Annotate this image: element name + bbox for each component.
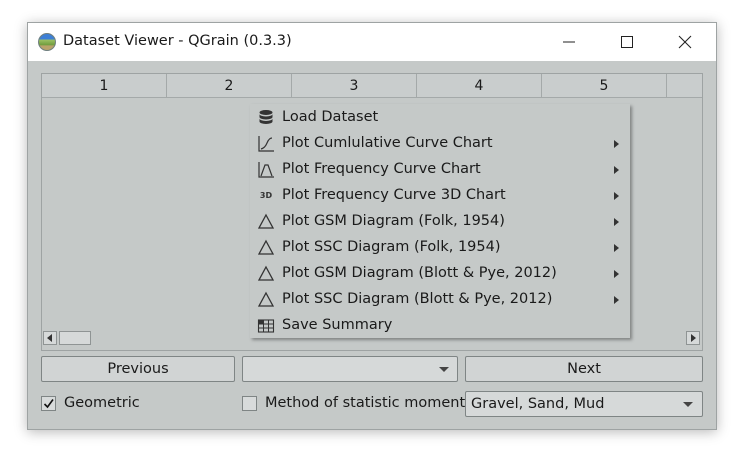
next-button[interactable]: Next [465, 356, 703, 382]
arrow-right-icon [691, 334, 696, 342]
classification-select-value: Gravel, Sand, Mud [471, 396, 605, 412]
window-title: Dataset Viewer - QGrain (0.3.3) [63, 33, 292, 49]
classification-select[interactable]: Gravel, Sand, Mud [465, 391, 703, 417]
scrollbar-thumb[interactable] [59, 331, 91, 345]
menu-item-label: Plot GSM Diagram (Blott & Pye, 2012) [282, 265, 557, 281]
menu-item-plot-frequency[interactable]: Plot Frequency Curve Chart [250, 157, 630, 183]
triangle-icon [257, 239, 275, 255]
menu-item-plot-gsm-blott[interactable]: Plot GSM Diagram (Blott & Pye, 2012) [250, 261, 630, 287]
menu-item-label: Plot SSC Diagram (Folk, 1954) [282, 239, 501, 255]
previous-button[interactable]: Previous [41, 356, 235, 382]
close-icon [678, 35, 692, 49]
triangle-icon [257, 213, 275, 229]
menu-item-plot-frequency-3d[interactable]: 3D Plot Frequency Curve 3D Chart [250, 183, 630, 209]
menu-item-label: Plot Frequency Curve Chart [282, 161, 481, 177]
submenu-arrow-icon [614, 140, 619, 148]
chevron-down-icon [439, 367, 449, 372]
submenu-arrow-icon [614, 296, 619, 304]
qgrain-app-icon [38, 33, 56, 51]
submenu-arrow-icon [614, 166, 619, 174]
frequency-chart-icon [258, 162, 274, 178]
triangle-icon [257, 265, 275, 281]
column-header-4[interactable]: 4 [417, 74, 542, 97]
cumulative-chart-icon [258, 136, 274, 152]
title-bar[interactable]: Dataset Viewer - QGrain (0.3.3) [28, 23, 716, 61]
statistic-moments-checkbox[interactable] [242, 396, 257, 411]
menu-item-label: Load Dataset [282, 109, 379, 125]
minimize-icon [563, 41, 575, 43]
scroll-right-button[interactable] [686, 331, 700, 345]
table-header-row: 1 2 3 4 5 [42, 74, 702, 98]
minimize-button[interactable] [546, 23, 592, 61]
maximize-button[interactable] [604, 23, 650, 61]
geometric-checkbox[interactable] [41, 396, 56, 411]
menu-item-label: Plot SSC Diagram (Blott & Pye, 2012) [282, 291, 553, 307]
column-header-1[interactable]: 1 [42, 74, 167, 97]
column-header-3[interactable]: 3 [292, 74, 417, 97]
menu-item-label: Plot Cumlulative Curve Chart [282, 135, 493, 151]
menu-item-plot-gsm-folk[interactable]: Plot GSM Diagram (Folk, 1954) [250, 209, 630, 235]
submenu-arrow-icon [614, 244, 619, 252]
sample-select[interactable] [242, 356, 458, 382]
menu-item-plot-ssc-blott[interactable]: Plot SSC Diagram (Blott & Pye, 2012) [250, 287, 630, 313]
context-menu: Load Dataset Plot Cumlulative Curve Char… [250, 104, 630, 338]
menu-item-save-summary[interactable]: Save Summary [250, 313, 630, 339]
scroll-left-button[interactable] [43, 331, 57, 345]
menu-item-label: Plot GSM Diagram (Folk, 1954) [282, 213, 505, 229]
menu-item-label: Plot Frequency Curve 3D Chart [282, 187, 506, 203]
close-button[interactable] [662, 23, 708, 61]
spreadsheet-icon [257, 319, 275, 333]
menu-item-plot-ssc-folk[interactable]: Plot SSC Diagram (Folk, 1954) [250, 235, 630, 261]
triangle-icon [257, 291, 275, 307]
submenu-arrow-icon [614, 270, 619, 278]
menu-item-plot-cumulative[interactable]: Plot Cumlulative Curve Chart [250, 131, 630, 157]
statistic-moments-label[interactable]: Method of statistic moments [265, 395, 473, 411]
database-icon [259, 110, 273, 124]
checkmark-icon [43, 399, 54, 409]
column-header-2[interactable]: 2 [167, 74, 292, 97]
chevron-down-icon [683, 402, 693, 407]
geometric-label[interactable]: Geometric [64, 395, 140, 411]
menu-item-label: Save Summary [282, 317, 393, 333]
menu-item-load-dataset[interactable]: Load Dataset [250, 105, 630, 131]
3d-chart-icon: 3D [259, 191, 273, 200]
submenu-arrow-icon [614, 218, 619, 226]
maximize-icon [621, 36, 633, 48]
submenu-arrow-icon [614, 192, 619, 200]
arrow-left-icon [47, 334, 52, 342]
column-header-5[interactable]: 5 [542, 74, 667, 97]
